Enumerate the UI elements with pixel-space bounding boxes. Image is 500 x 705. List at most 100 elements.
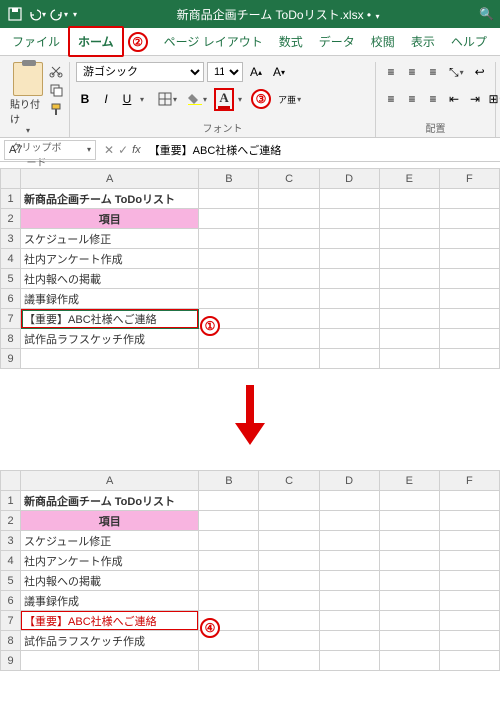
wrap-text-icon[interactable]: ↩ xyxy=(471,62,489,82)
col-header[interactable]: C xyxy=(259,169,319,189)
cell[interactable] xyxy=(439,531,499,551)
cell[interactable] xyxy=(319,631,379,651)
cell[interactable] xyxy=(199,551,259,571)
merge-icon[interactable]: ⊞▾ xyxy=(487,89,500,109)
tab-home[interactable]: ホーム xyxy=(68,26,124,57)
cell[interactable] xyxy=(259,349,319,369)
grid[interactable]: ABCDEF1新商品企画チーム ToDoリスト2項目3スケジュール修正4社内アン… xyxy=(0,470,500,671)
cell[interactable] xyxy=(439,309,499,329)
cell[interactable] xyxy=(439,269,499,289)
cell[interactable]: 新商品企画チーム ToDoリスト xyxy=(21,491,199,511)
decrease-font-icon[interactable]: A▾ xyxy=(269,62,289,82)
enter-icon[interactable]: ✓ xyxy=(118,143,128,157)
cell[interactable]: 【重要】ABC社様へご連絡 xyxy=(21,309,199,329)
cell[interactable]: スケジュール修正 xyxy=(21,531,199,551)
cell[interactable] xyxy=(319,309,379,329)
col-header[interactable]: B xyxy=(199,169,259,189)
cell[interactable] xyxy=(379,511,439,531)
cell[interactable] xyxy=(319,209,379,229)
cell[interactable] xyxy=(21,651,199,671)
row-header[interactable]: 4 xyxy=(1,551,21,571)
redo-icon[interactable]: ▾ xyxy=(50,5,68,23)
align-right-icon[interactable]: ≡ xyxy=(424,89,442,109)
bold-button[interactable]: B xyxy=(76,89,94,109)
cell[interactable] xyxy=(319,551,379,571)
cell[interactable] xyxy=(199,209,259,229)
fill-color-icon[interactable]: ▾ xyxy=(184,89,211,109)
cell[interactable]: 【重要】ABC社様へご連絡 xyxy=(21,611,199,631)
cell[interactable] xyxy=(199,571,259,591)
cell[interactable]: 試作品ラフスケッチ作成 xyxy=(21,631,199,651)
cell[interactable] xyxy=(319,591,379,611)
paste-label[interactable]: 貼り付け xyxy=(10,96,45,126)
row-header[interactable]: 9 xyxy=(1,651,21,671)
cell[interactable] xyxy=(319,229,379,249)
cell[interactable] xyxy=(259,531,319,551)
cell[interactable] xyxy=(199,591,259,611)
cell[interactable] xyxy=(439,349,499,369)
cell[interactable] xyxy=(319,491,379,511)
cell[interactable]: 議事録作成 xyxy=(21,591,199,611)
cell[interactable] xyxy=(319,289,379,309)
cell[interactable] xyxy=(379,349,439,369)
row-header[interactable]: 5 xyxy=(1,571,21,591)
cell[interactable] xyxy=(379,551,439,571)
cell[interactable] xyxy=(319,571,379,591)
copy-icon[interactable] xyxy=(49,83,63,100)
cell[interactable] xyxy=(259,611,319,631)
cell[interactable] xyxy=(379,209,439,229)
cell[interactable]: 社内アンケート作成 xyxy=(21,551,199,571)
format-painter-icon[interactable] xyxy=(49,102,63,119)
cell[interactable]: 新商品企画チーム ToDoリスト xyxy=(21,189,199,209)
tab-pagelayout[interactable]: ページ レイアウト xyxy=(156,28,271,55)
cell[interactable] xyxy=(259,249,319,269)
cell[interactable] xyxy=(439,229,499,249)
cell[interactable] xyxy=(259,209,319,229)
cell[interactable] xyxy=(439,289,499,309)
cell[interactable] xyxy=(319,189,379,209)
align-middle-icon[interactable]: ≡ xyxy=(403,62,421,82)
cell[interactable] xyxy=(21,349,199,369)
cell[interactable] xyxy=(199,531,259,551)
cell[interactable] xyxy=(259,571,319,591)
cell[interactable] xyxy=(259,189,319,209)
cell[interactable] xyxy=(379,269,439,289)
cell[interactable] xyxy=(439,651,499,671)
cell[interactable]: 項目 xyxy=(21,511,199,531)
row-header[interactable]: 6 xyxy=(1,289,21,309)
font-color-button[interactable]: A xyxy=(214,88,234,111)
cell[interactable] xyxy=(439,511,499,531)
align-bottom-icon[interactable]: ≡ xyxy=(424,62,442,82)
borders-icon[interactable]: ▾ xyxy=(154,89,181,109)
cell[interactable]: 社内アンケート作成 xyxy=(21,249,199,269)
cell[interactable] xyxy=(379,249,439,269)
tab-review[interactable]: 校閲 xyxy=(363,28,403,55)
indent-increase-icon[interactable]: ⇥ xyxy=(466,89,484,109)
col-header[interactable]: D xyxy=(319,471,379,491)
formula-input[interactable] xyxy=(145,140,500,160)
row-header[interactable]: 2 xyxy=(1,209,21,229)
cell[interactable] xyxy=(379,651,439,671)
cell[interactable] xyxy=(379,611,439,631)
font-size-select[interactable]: 11 xyxy=(207,62,243,82)
row-header[interactable]: 4 xyxy=(1,249,21,269)
cell[interactable]: 項目 xyxy=(21,209,199,229)
col-header[interactable]: E xyxy=(379,471,439,491)
row-header[interactable]: 9 xyxy=(1,349,21,369)
cell[interactable] xyxy=(379,571,439,591)
row-header[interactable]: 3 xyxy=(1,531,21,551)
undo-icon[interactable]: ▾ xyxy=(28,5,46,23)
cell[interactable] xyxy=(259,651,319,671)
col-header[interactable]: C xyxy=(259,471,319,491)
cell[interactable] xyxy=(439,189,499,209)
cell[interactable] xyxy=(379,531,439,551)
cell[interactable]: 社内報への掲載 xyxy=(21,571,199,591)
tab-file[interactable]: ファイル xyxy=(4,28,68,55)
cell[interactable] xyxy=(259,309,319,329)
cell[interactable] xyxy=(439,249,499,269)
col-header[interactable]: F xyxy=(439,169,499,189)
cell[interactable] xyxy=(199,229,259,249)
tab-data[interactable]: データ xyxy=(311,28,363,55)
row-header[interactable]: 5 xyxy=(1,269,21,289)
col-header[interactable]: E xyxy=(379,169,439,189)
